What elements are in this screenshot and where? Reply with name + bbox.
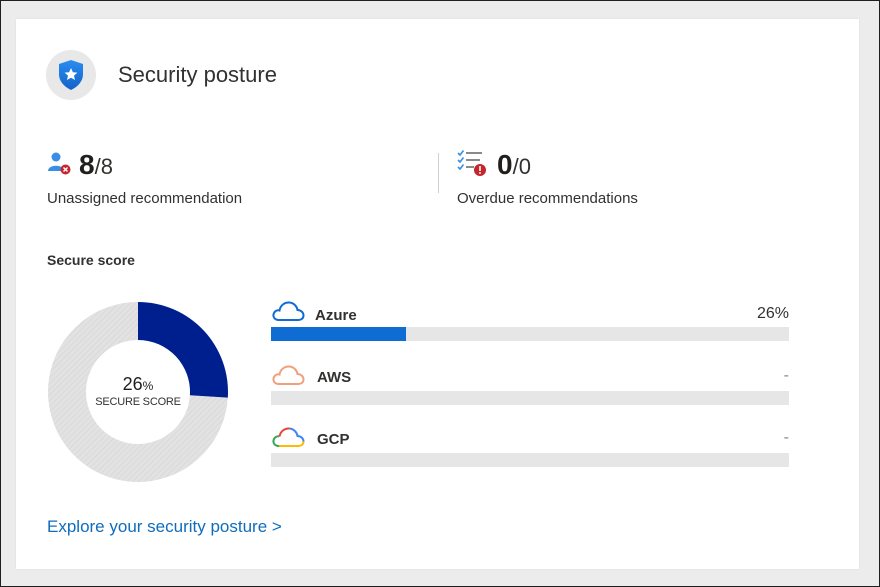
task-list-alert-icon <box>457 150 486 176</box>
metric-divider <box>438 153 439 193</box>
donut-center-unit: % <box>142 379 154 393</box>
cloud-value-azure: 26% <box>756 305 789 322</box>
donut-center-label: 26% SECURE SCORE <box>47 374 229 408</box>
aws-cloud-icon <box>272 365 305 385</box>
cloud-name-gcp: GCP <box>317 431 350 448</box>
page-title: Security posture <box>118 62 277 87</box>
unassigned-metric: 8/8 Unassigned recommendation <box>47 149 407 209</box>
gcp-cloud-icon <box>272 427 305 447</box>
window-frame: Security posture 8/8 Unassigned recommen… <box>0 0 880 587</box>
overdue-total: /0 <box>512 154 531 179</box>
azure-cloud-icon <box>272 301 305 321</box>
header-icon-badge <box>46 50 96 100</box>
user-remove-icon <box>48 152 71 175</box>
cloud-row-gcp: GCP - <box>271 423 789 473</box>
cloud-bar-track-aws <box>271 391 789 405</box>
donut-center-value: 26% <box>47 374 229 395</box>
cloud-value-aws: - <box>783 367 789 384</box>
cloud-row-azure: Azure 26% <box>271 299 789 349</box>
security-posture-card: Security posture 8/8 Unassigned recommen… <box>16 19 859 569</box>
overdue-value: 0 <box>497 149 513 180</box>
shield-star-icon <box>59 60 83 90</box>
unassigned-total: /8 <box>94 154 113 179</box>
explore-security-posture-link[interactable]: Explore your security posture > <box>47 517 282 537</box>
donut-center-number: 26 <box>122 374 143 394</box>
cloud-name-aws: AWS <box>317 369 352 386</box>
unassigned-label: Unassigned recommendation <box>47 190 243 207</box>
cloud-bar-track-gcp <box>271 453 789 467</box>
cloud-bar-fill-azure <box>271 327 406 341</box>
overdue-metric: 0/0 Overdue recommendations <box>457 149 817 209</box>
cloud-bar-track-azure <box>271 327 789 341</box>
cloud-name-azure: Azure <box>315 307 357 324</box>
overdue-label: Overdue recommendations <box>457 190 638 207</box>
unassigned-count: 8/8 <box>79 149 113 181</box>
overdue-count: 0/0 <box>497 149 531 181</box>
donut-center-caption: SECURE SCORE <box>95 396 181 408</box>
cloud-row-aws: AWS - <box>271 361 789 411</box>
cloud-value-gcp: - <box>783 429 789 446</box>
unassigned-value: 8 <box>79 149 95 180</box>
secure-score-title: Secure score <box>47 252 135 268</box>
